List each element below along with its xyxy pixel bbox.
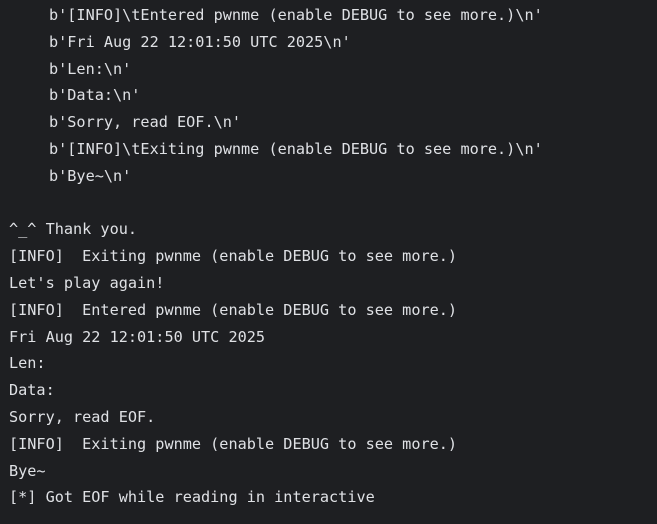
output-line: [INFO] Exiting pwnme (enable DEBUG to se… xyxy=(9,247,458,266)
output-line: [*] Got EOF while reading in interactive xyxy=(9,488,375,507)
output-line: b'Len:\n' xyxy=(49,59,132,78)
terminal-output[interactable]: b'[INFO]\tEntered pwnme (enable DEBUG to… xyxy=(0,0,657,524)
output-line: Data: xyxy=(9,381,55,400)
output-line: ^_^ Thank you. xyxy=(9,220,138,239)
output-line: [INFO] Entered pwnme (enable DEBUG to se… xyxy=(9,300,458,319)
output-line: b'Bye~\n' xyxy=(49,166,132,185)
output-line: Let's play again! xyxy=(9,273,165,292)
output-line: Sorry, read EOF. xyxy=(9,407,156,426)
output-line: Fri Aug 22 12:01:50 UTC 2025 xyxy=(9,327,266,346)
output-line: Len: xyxy=(9,354,46,373)
output-line: b'[INFO]\tEntered pwnme (enable DEBUG to… xyxy=(49,6,543,24)
output-line: b'Fri Aug 22 12:01:50 UTC 2025\n' xyxy=(49,32,351,51)
output-line: b'[INFO]\tExiting pwnme (enable DEBUG to… xyxy=(49,139,543,158)
output-line: Bye~ xyxy=(9,461,46,480)
output-line: [INFO] Exiting pwnme (enable DEBUG to se… xyxy=(9,434,458,453)
output-line: b'Data:\n' xyxy=(49,86,141,105)
output-line: b'Sorry, read EOF.\n' xyxy=(49,113,242,132)
